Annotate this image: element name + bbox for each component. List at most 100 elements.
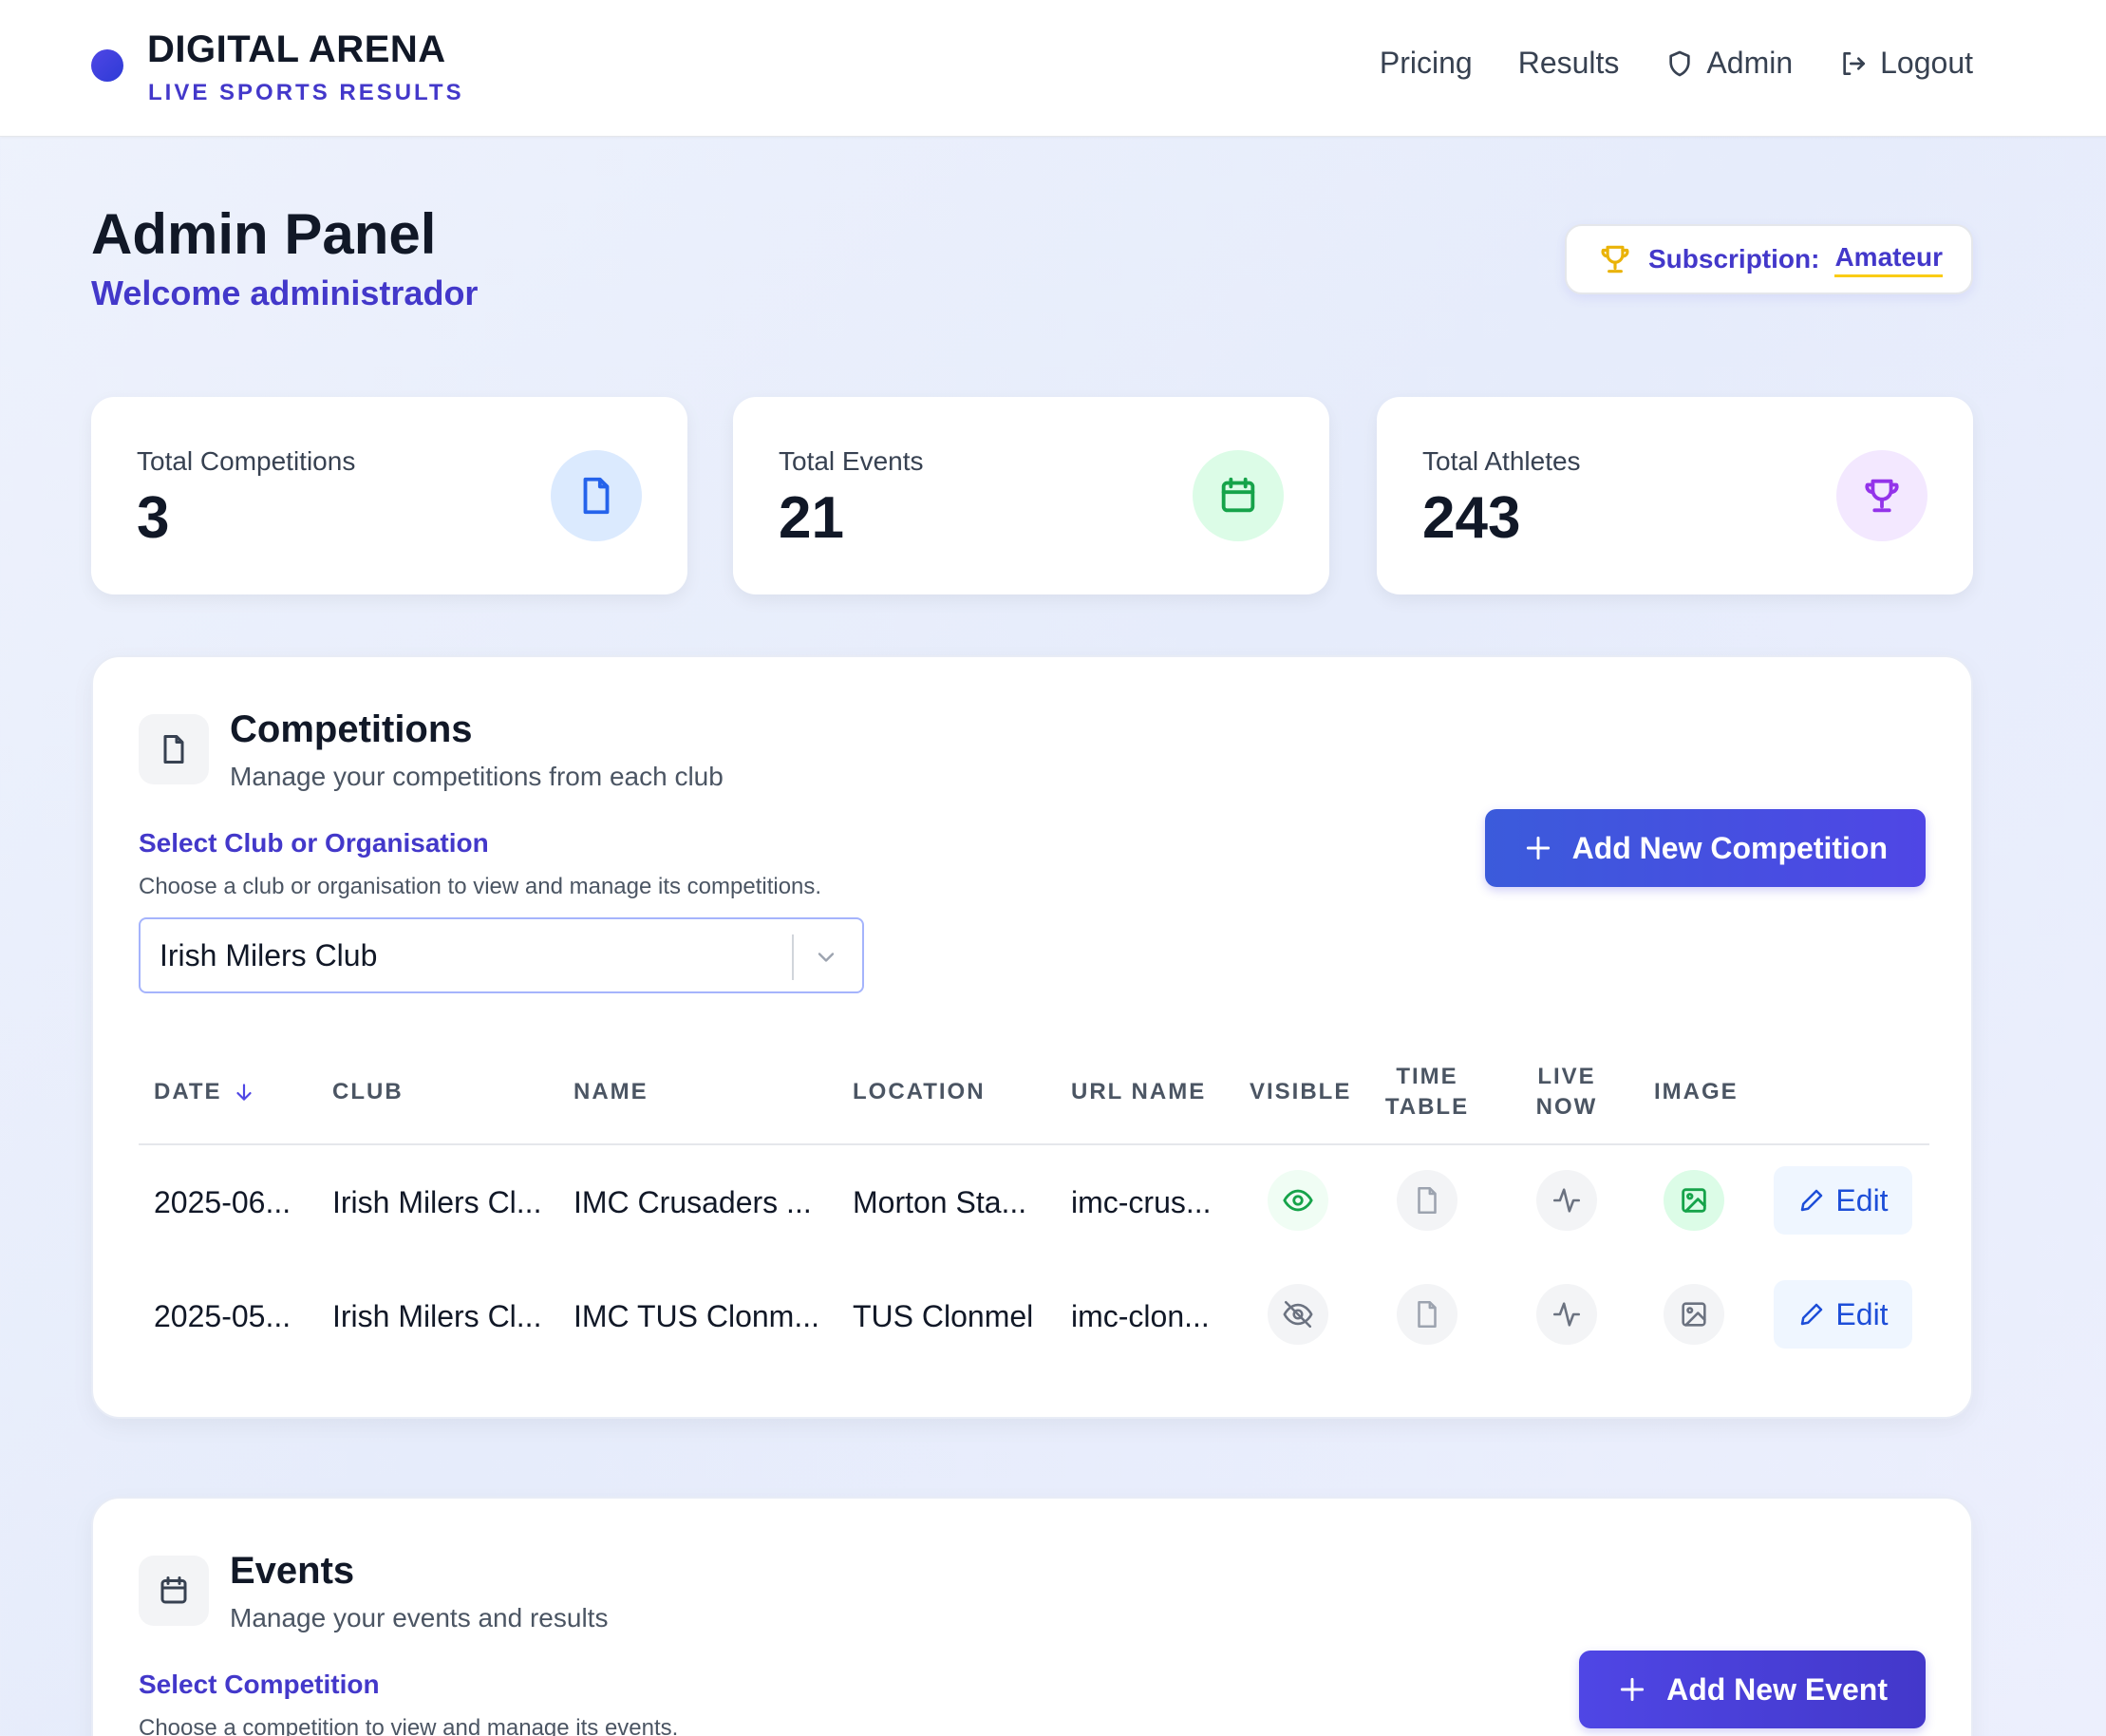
col-header-live-line1: LIVE (1537, 1064, 1596, 1089)
calendar-icon (1221, 477, 1255, 513)
competitions-title: Competitions (230, 708, 473, 750)
cell-name: IMC Crusaders ... (574, 1185, 812, 1219)
trophy-icon (1865, 479, 1899, 513)
nav-results[interactable]: Results (1518, 46, 1620, 81)
cell-name: IMC TUS Clonm... (574, 1299, 819, 1333)
document-icon (1418, 1186, 1437, 1215)
image-icon (1682, 1188, 1706, 1213)
subscription-label: Subscription: (1648, 244, 1820, 274)
add-event-label: Add New Event (1666, 1671, 1888, 1707)
col-header-image: IMAGE (1654, 1079, 1739, 1104)
edit-button[interactable]: Edit (1774, 1166, 1912, 1235)
events-subtitle: Manage your events and results (230, 1603, 609, 1632)
nav-logout[interactable]: Logout (1838, 46, 1973, 81)
brand-subtitle: LIVE SPORTS RESULTS (148, 80, 464, 105)
cell-url: imc-crus... (1071, 1185, 1212, 1219)
eye-icon (1283, 1189, 1313, 1212)
subscription-plan[interactable]: Amateur (1834, 242, 1944, 277)
events-title: Events (230, 1550, 355, 1592)
image-toggle[interactable] (1664, 1284, 1724, 1345)
nav-pricing[interactable]: Pricing (1380, 46, 1473, 81)
image-toggle[interactable] (1664, 1170, 1724, 1231)
edit-button[interactable]: Edit (1774, 1280, 1912, 1349)
cell-club: Irish Milers Cl... (332, 1185, 542, 1219)
col-header-timetable-line1: TIME (1396, 1064, 1458, 1089)
stat-icon (551, 450, 642, 541)
add-event-button[interactable]: Add New Event (1579, 1651, 1926, 1728)
activity-icon (1552, 1302, 1581, 1327)
timetable-toggle[interactable] (1397, 1284, 1457, 1345)
pencil-icon (1801, 1303, 1823, 1326)
add-competition-label: Add New Competition (1571, 830, 1888, 865)
table-header-divider (139, 1143, 1929, 1145)
brand-title[interactable]: DIGITAL ARENA (147, 28, 446, 71)
col-header-live: LIVE NOW (1527, 1062, 1607, 1123)
add-competition-button[interactable]: Add New Competition (1484, 809, 1926, 887)
calendar-icon (160, 1576, 187, 1604)
stat-label: Total Events (779, 446, 924, 476)
eye-off-icon (1283, 1300, 1313, 1329)
col-header-club[interactable]: CLUB (332, 1077, 404, 1107)
document-icon (1418, 1300, 1437, 1329)
visible-toggle[interactable] (1268, 1284, 1328, 1345)
welcome-message: Welcome administrador (91, 274, 479, 312)
club-select-help: Choose a club or organisation to view an… (139, 874, 822, 899)
col-header-url[interactable]: URL NAME (1071, 1077, 1206, 1107)
competition-select-help: Choose a competition to view and manage … (139, 1715, 679, 1736)
nav-pricing-label: Pricing (1379, 46, 1473, 80)
stat-value: 3 (137, 485, 170, 551)
events-panel: Events Manage your events and results Se… (91, 1497, 1973, 1736)
plus-icon (1620, 1677, 1645, 1702)
activity-icon (1552, 1188, 1581, 1213)
panel-icon (139, 714, 209, 784)
document-icon (583, 477, 610, 515)
stat-icon (1193, 450, 1284, 541)
nav-admin[interactable]: Admin (1664, 46, 1793, 81)
live-toggle[interactable] (1536, 1170, 1597, 1231)
select-divider (792, 934, 794, 980)
plus-icon (1526, 836, 1550, 860)
club-select-label: Select Club or Organisation (139, 828, 489, 858)
stat-label: Total Competitions (137, 446, 356, 476)
cell-location: TUS Clonmel (853, 1299, 1034, 1333)
col-header-live-line2: NOW (1535, 1094, 1598, 1120)
club-select[interactable]: Irish Milers Club (139, 917, 864, 993)
nav-results-label: Results (1517, 46, 1620, 80)
panel-icon (139, 1556, 209, 1626)
stat-card-competitions: Total Competitions 3 (91, 397, 687, 594)
club-select-value: Irish Milers Club (160, 937, 378, 972)
visible-toggle[interactable] (1268, 1170, 1328, 1231)
cell-date: 2025-06... (154, 1185, 291, 1219)
edit-button-label: Edit (1835, 1182, 1889, 1217)
cell-location: Morton Sta... (853, 1185, 1027, 1219)
document-icon (163, 735, 184, 764)
stat-label: Total Athletes (1422, 446, 1581, 476)
col-header-timetable: TIME TABLE (1379, 1062, 1476, 1123)
cell-url: imc-clon... (1071, 1299, 1210, 1333)
live-toggle[interactable] (1536, 1284, 1597, 1345)
nav-logout-label: Logout (1880, 46, 1973, 80)
edit-button-label: Edit (1835, 1296, 1889, 1331)
pencil-icon (1801, 1189, 1823, 1212)
top-navbar: DIGITAL ARENA LIVE SPORTS RESULTS Pricin… (0, 0, 2106, 137)
logout-icon (1843, 51, 1866, 75)
logo-dot-icon[interactable] (91, 49, 123, 82)
col-header-date-label: DATE (154, 1079, 222, 1104)
col-header-date[interactable]: DATE (154, 1077, 256, 1107)
cell-club: Irish Milers Cl... (332, 1299, 542, 1333)
chevron-down-icon[interactable] (813, 944, 839, 971)
col-header-timetable-line2: TABLE (1384, 1094, 1470, 1120)
col-header-name[interactable]: NAME (574, 1077, 649, 1107)
stat-card-events: Total Events 21 (733, 397, 1329, 594)
arrow-down-icon (235, 1084, 252, 1101)
stat-icon (1836, 450, 1927, 541)
timetable-toggle[interactable] (1397, 1170, 1457, 1231)
page-title: Admin Panel (91, 202, 437, 266)
col-header-location[interactable]: LOCATION (853, 1077, 986, 1107)
subscription-badge[interactable]: Subscription: Amateur (1565, 224, 1973, 294)
competitions-subtitle: Manage your competitions from each club (230, 762, 724, 791)
competitions-panel: Competitions Manage your competitions fr… (91, 655, 1973, 1419)
trophy-icon (1601, 245, 1629, 274)
main-nav: Pricing Results Admin Logout (1380, 46, 1973, 81)
image-icon (1682, 1302, 1706, 1327)
